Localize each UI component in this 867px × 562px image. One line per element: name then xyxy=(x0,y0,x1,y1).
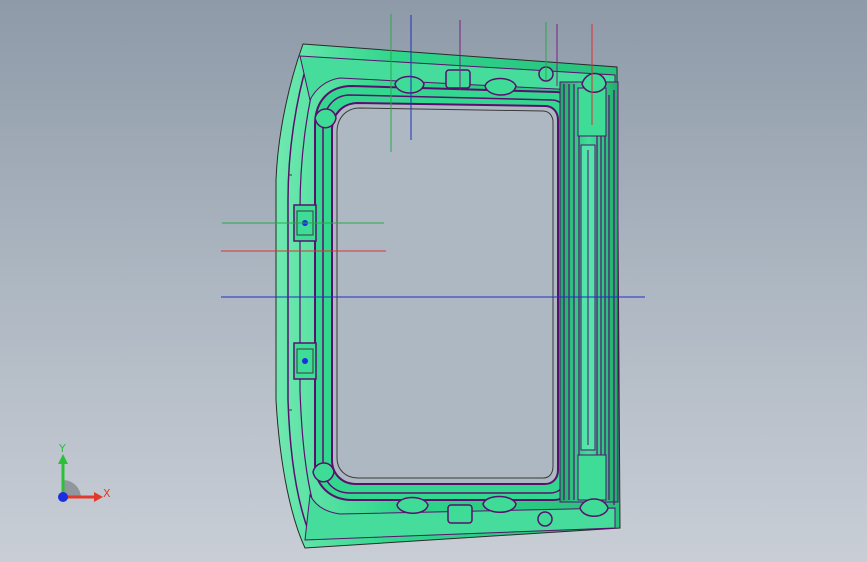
window-frame-part[interactable] xyxy=(0,0,867,562)
triad-x-label: X xyxy=(103,487,111,500)
coordinate-triad: Y X xyxy=(48,440,118,510)
right-rail-block-bottom xyxy=(577,454,607,501)
3d-model-viewport[interactable]: Y X xyxy=(0,0,867,562)
triad-y-label: Y xyxy=(59,442,66,455)
window-opening xyxy=(331,101,559,485)
